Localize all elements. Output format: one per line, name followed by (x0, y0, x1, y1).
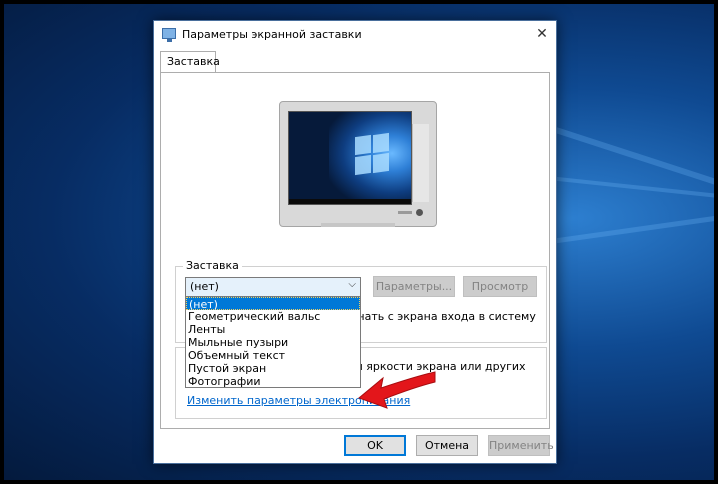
option-photos[interactable]: Фотографии (186, 375, 360, 388)
chevron-down-icon[interactable]: ⌵ (348, 279, 356, 290)
monitor-bezel (412, 124, 429, 202)
screensaver-select-value: (нет) (190, 280, 219, 293)
monitor-power-icon (416, 209, 423, 216)
option-blank[interactable]: Пустой экран (186, 362, 360, 375)
preview-taskbar (289, 199, 411, 204)
preview-button[interactable]: Просмотр (463, 276, 537, 297)
screensaver-options-list: (нет) Геометрический вальс Ленты Мыльные… (185, 296, 361, 388)
monitor-preview (279, 101, 437, 227)
dialog-title: Параметры экранной заставки (182, 28, 362, 41)
cancel-button[interactable]: Отмена (416, 435, 478, 456)
logon-screen-label: ачинать с экрана входа в систему (337, 310, 536, 323)
option-3d-text[interactable]: Объемный текст (186, 349, 360, 362)
windows-logo-icon (355, 132, 391, 176)
preview-screen (288, 111, 412, 205)
settings-button[interactable]: Параметры... (373, 276, 455, 297)
screensaver-group-label: Заставка (183, 259, 242, 272)
ok-button[interactable]: OK (344, 435, 406, 456)
red-arrow-icon (358, 371, 436, 409)
option-geometric-waltz[interactable]: Геометрический вальс (186, 310, 360, 323)
monitor-stand (321, 223, 395, 227)
monitor-slot (398, 211, 412, 214)
tab-screensaver[interactable]: Заставка (160, 51, 220, 73)
option-none[interactable]: (нет) (186, 297, 360, 311)
screensaver-dialog: Параметры экранной заставки ✕ Заставка З… (153, 20, 557, 464)
tab-panel: Заставка (нет) ⌵ Параметры... Просмотр а… (160, 72, 550, 429)
option-bubbles[interactable]: Мыльные пузыри (186, 336, 360, 349)
apply-button[interactable]: Применить (488, 435, 554, 456)
screensaver-select[interactable]: (нет) ⌵ (185, 277, 361, 297)
close-icon[interactable]: ✕ (534, 25, 550, 43)
display-settings-icon (162, 28, 176, 42)
title-bar[interactable]: Параметры экранной заставки ✕ (154, 21, 556, 49)
option-ribbons[interactable]: Ленты (186, 323, 360, 336)
tab-strip: Заставка (160, 51, 550, 73)
